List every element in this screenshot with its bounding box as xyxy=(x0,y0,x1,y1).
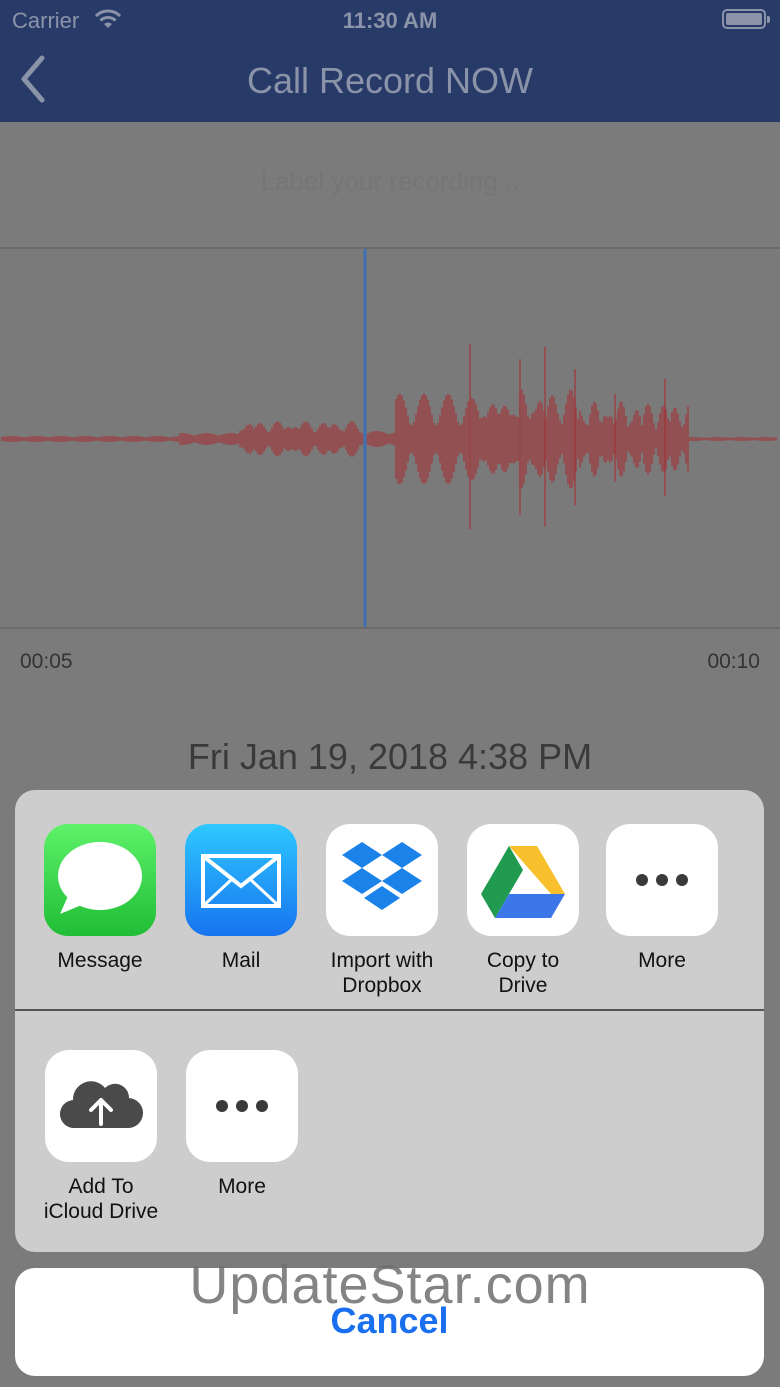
waveform-graph xyxy=(1,249,777,627)
recording-date: Fri Jan 19, 2018 4:38 PM xyxy=(187,736,593,777)
share-dropbox[interactable]: Import with Dropbox xyxy=(317,824,447,998)
action-more-label: More xyxy=(218,1175,266,1198)
share-google-drive-label: Copy to Drive xyxy=(486,949,560,997)
time-start-label: 00:05 xyxy=(20,650,73,673)
share-message-label: Message xyxy=(57,949,143,972)
time-end-label: 00:10 xyxy=(707,650,760,673)
share-more-apps-label: More xyxy=(638,949,686,972)
action-icloud-drive-label: Add To iCloud Drive xyxy=(43,1175,159,1223)
waveform-view[interactable] xyxy=(0,247,780,629)
share-mail[interactable]: Mail xyxy=(176,824,306,973)
dropbox-icon xyxy=(326,824,438,936)
watermark: UpdateStar.com xyxy=(189,1255,591,1315)
google-drive-icon xyxy=(467,824,579,936)
more-icon xyxy=(186,1050,298,1162)
action-more[interactable]: More xyxy=(177,1050,307,1199)
page-title: Call Record NOW xyxy=(246,60,534,101)
icloud-upload-icon xyxy=(45,1050,157,1162)
share-dropbox-label: Import with Dropbox xyxy=(330,949,434,997)
share-sheet: Message Mail Import with Dropbox Copy to… xyxy=(15,790,764,1252)
mail-icon xyxy=(185,824,297,936)
share-row-divider xyxy=(15,1009,764,1011)
clock: 11:30 AM xyxy=(342,8,438,33)
more-icon xyxy=(606,824,718,936)
share-google-drive[interactable]: Copy to Drive xyxy=(458,824,588,998)
recording-label-input[interactable] xyxy=(0,166,780,197)
status-bar: Carrier 11:30 AM xyxy=(0,0,780,40)
share-mail-label: Mail xyxy=(221,949,261,972)
navigation-bar: Call Record NOW xyxy=(0,40,780,122)
battery-icon xyxy=(722,9,770,29)
message-icon xyxy=(44,824,156,936)
share-message[interactable]: Message xyxy=(35,824,165,973)
share-more-apps[interactable]: More xyxy=(597,824,727,973)
action-icloud-drive[interactable]: Add To iCloud Drive xyxy=(36,1050,166,1224)
